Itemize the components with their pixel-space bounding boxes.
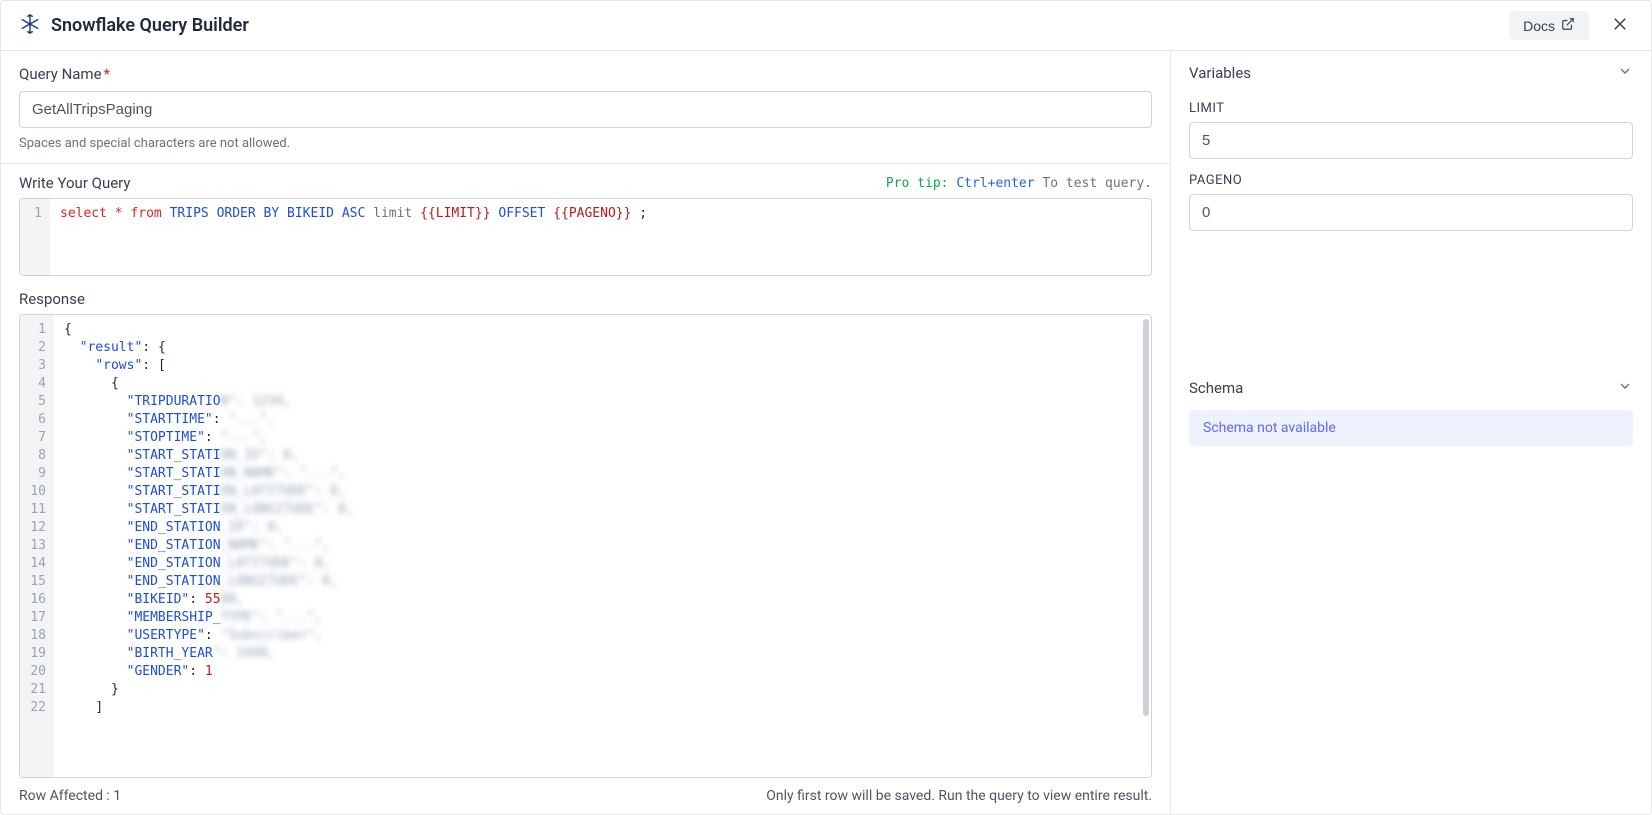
var-limit-input[interactable] [1189, 122, 1633, 159]
response-content[interactable]: { "result": { "rows": [ { "TRIPDURATION"… [54, 315, 1151, 777]
pro-tip-shortcut: Ctrl+enter [956, 176, 1034, 191]
schema-banner: Schema not available [1189, 410, 1633, 446]
query-name-input[interactable] [19, 91, 1152, 128]
response-section: Response 1234567891011121314151617181920… [1, 276, 1170, 778]
docs-label: Docs [1523, 18, 1555, 34]
body-row: Query Name* Spaces and special character… [1, 51, 1651, 814]
snowflake-icon [19, 13, 41, 39]
schema-body: Schema not available [1171, 410, 1651, 446]
pro-tip-suffix: To test query. [1042, 176, 1152, 191]
footer-hint: Only first row will be saved. Run the qu… [766, 788, 1152, 804]
pro-tip: Pro tip: Ctrl+enter To test query. [886, 176, 1152, 191]
query-gutter: 1 [20, 199, 50, 275]
var-limit-label: LIMIT [1189, 101, 1633, 116]
footer: Row Affected : 1 Only first row will be … [1, 778, 1170, 814]
write-query-header: Write Your Query Pro tip: Ctrl+enter To … [19, 174, 1152, 192]
docs-button[interactable]: Docs [1509, 11, 1589, 40]
close-icon [1611, 21, 1629, 36]
variables-body: LIMIT PAGENO [1171, 95, 1651, 243]
required-star: * [104, 65, 110, 83]
titlebar-left: Snowflake Query Builder [19, 13, 249, 39]
var-pageno-label: PAGENO [1189, 173, 1633, 188]
scrollbar-thumb[interactable] [1143, 319, 1149, 716]
query-line-1: 1 [34, 206, 42, 221]
titlebar: Snowflake Query Builder Docs [1, 1, 1651, 51]
write-query-label: Write Your Query [19, 174, 130, 192]
query-name-label-text: Query Name [19, 65, 102, 83]
schema-label: Schema [1189, 379, 1243, 397]
variables-header[interactable]: Variables [1171, 51, 1651, 95]
response-label: Response [19, 290, 1152, 308]
response-gutter: 12345678910111213141516171819202122 [20, 315, 54, 777]
app-title: Snowflake Query Builder [51, 15, 249, 36]
var-pageno-input[interactable] [1189, 194, 1633, 231]
query-code[interactable]: select * from TRIPS ORDER BY BIKEID ASC … [50, 199, 1151, 275]
close-button[interactable] [1607, 11, 1633, 40]
variables-label: Variables [1189, 64, 1251, 82]
chevron-down-icon [1617, 63, 1633, 83]
side-column: Variables LIMIT PAGENO Schema Schema not… [1171, 51, 1651, 814]
query-name-label: Query Name* [19, 65, 1152, 83]
schema-header[interactable]: Schema [1171, 366, 1651, 410]
write-query-section: Write Your Query Pro tip: Ctrl+enter To … [1, 164, 1170, 276]
response-viewer[interactable]: 12345678910111213141516171819202122 { "r… [19, 314, 1152, 778]
schema-spacer [1171, 446, 1651, 814]
chevron-down-icon [1617, 378, 1633, 398]
titlebar-right: Docs [1509, 11, 1633, 40]
external-link-icon [1561, 17, 1575, 34]
pro-tip-prefix: Pro tip: [886, 176, 949, 191]
variables-spacer [1171, 243, 1651, 366]
query-builder-window: Snowflake Query Builder Docs [0, 0, 1652, 815]
query-editor[interactable]: 1 select * from TRIPS ORDER BY BIKEID AS… [19, 198, 1152, 276]
row-affected: Row Affected : 1 [19, 788, 121, 804]
main-column: Query Name* Spaces and special character… [1, 51, 1171, 814]
query-name-section: Query Name* Spaces and special character… [1, 51, 1170, 164]
query-name-helper: Spaces and special characters are not al… [19, 136, 1152, 151]
